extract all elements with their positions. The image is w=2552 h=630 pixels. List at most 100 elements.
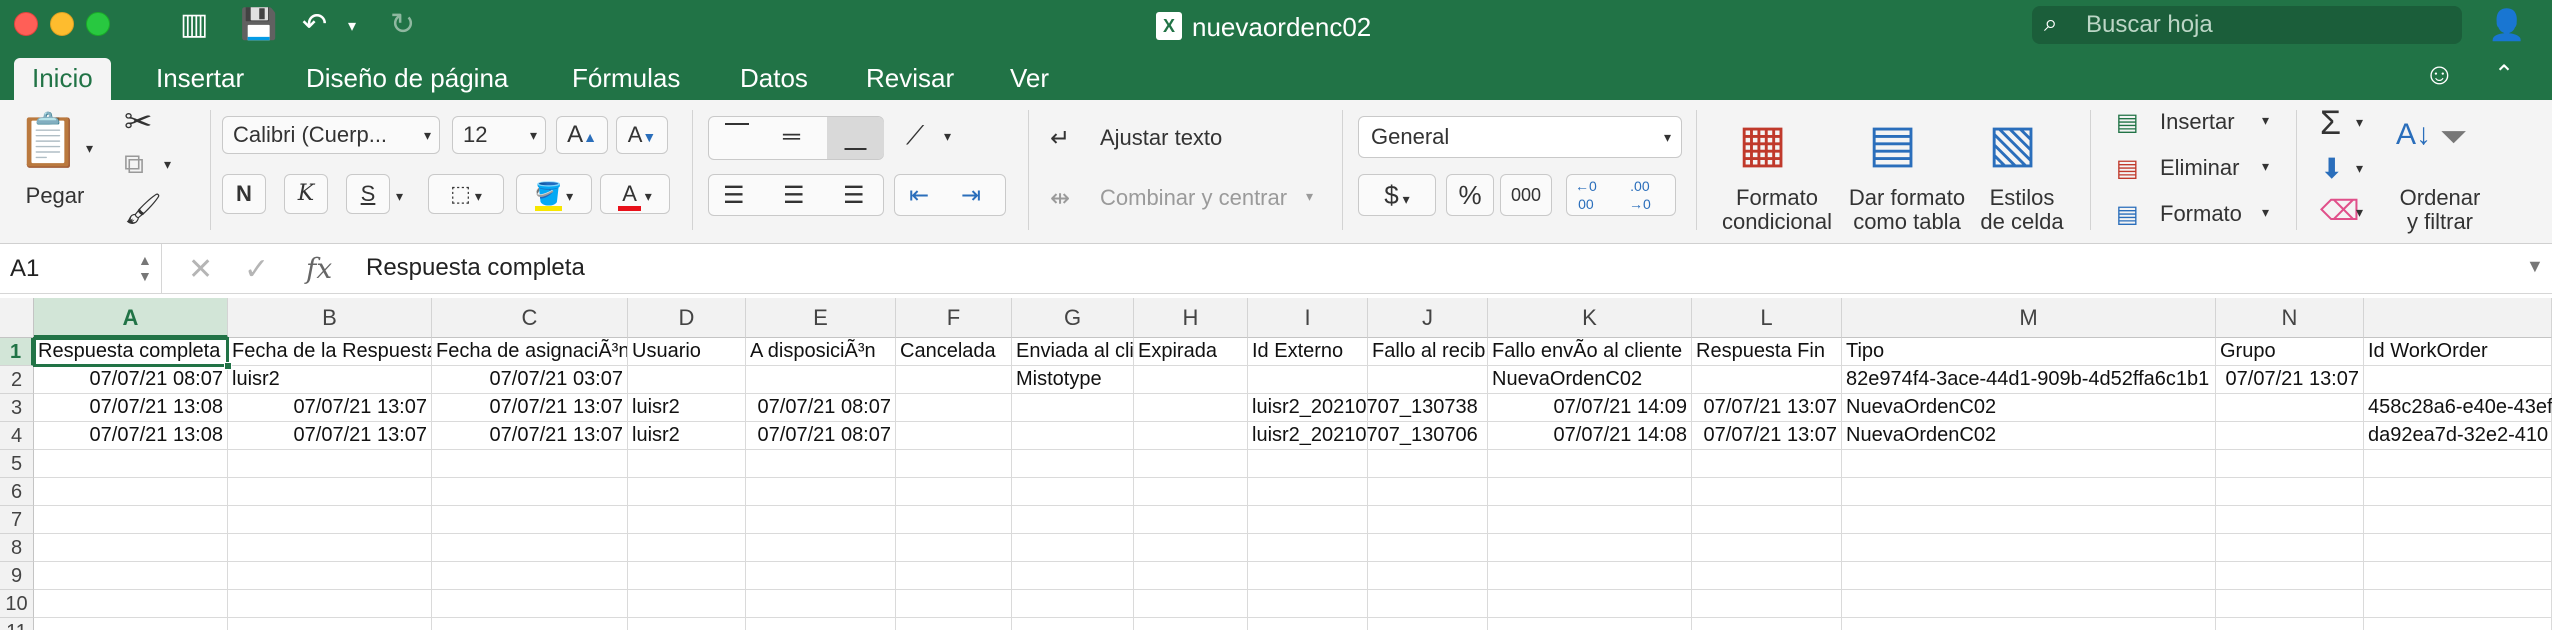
cell[interactable] [34,618,228,630]
cell[interactable]: 07/07/21 13:08 [34,422,228,450]
cell[interactable]: luisr2_20210707_130706 [1248,422,1478,450]
cell[interactable]: 07/07/21 13:07 [432,394,628,422]
cell[interactable] [746,534,896,562]
conditional-format-button[interactable]: Formato condicional [1712,186,1842,234]
column-header[interactable]: D [628,298,746,338]
window-maximize-button[interactable] [86,12,110,36]
cell[interactable] [1692,534,1842,562]
italic-button[interactable]: K [284,174,328,214]
copy-dropdown-icon[interactable]: ▾ [164,156,171,173]
clear-eraser-icon[interactable]: ⌫ [2320,194,2360,227]
tab-ver[interactable]: Ver [992,58,1067,100]
cell[interactable] [2364,534,2552,562]
cell[interactable] [34,506,228,534]
font-size-select[interactable]: 12 ▾ [452,116,546,154]
cell[interactable] [2364,478,2552,506]
tab-insertar[interactable]: Insertar [138,58,262,100]
spreadsheet-grid[interactable]: A B C D E F G H I J K L M N 1 Respuesta completa Fecha d… [0,294,2552,630]
column-header[interactable]: M [1842,298,2216,338]
paste-label[interactable]: Pegar [20,184,90,208]
feedback-smiley-icon[interactable]: ☺ [2424,58,2455,92]
cell[interactable] [2216,478,2364,506]
cell[interactable]: 07/07/21 13:08 [34,394,228,422]
cell[interactable] [1134,478,1248,506]
cell[interactable] [228,562,432,590]
cell[interactable] [1012,562,1134,590]
cell[interactable] [228,534,432,562]
cell[interactable]: Respuesta completa [34,338,228,366]
column-header[interactable]: A [34,298,228,338]
cell[interactable] [1012,478,1134,506]
insert-cells-icon[interactable]: ▤ [2116,108,2139,137]
cell[interactable] [1488,450,1692,478]
filter-funnel-icon[interactable]: ⏷ [2440,118,2467,157]
percent-button[interactable]: % [1446,174,1494,216]
cell[interactable]: Usuario [628,338,746,366]
cell[interactable] [432,618,628,630]
cell[interactable] [1248,450,1368,478]
cell[interactable] [432,562,628,590]
cell[interactable] [896,394,1012,422]
cell[interactable] [628,534,746,562]
cell[interactable] [228,506,432,534]
cell[interactable] [896,366,1012,394]
font-name-select[interactable]: Calibri (Cuerp... ▾ [222,116,440,154]
cell[interactable] [1368,478,1488,506]
format-as-table-button[interactable]: Dar formato como tabla [1842,186,1972,234]
cell[interactable]: Grupo [2216,338,2364,366]
decrease-decimal-icon[interactable]: .00 →0 [1629,177,1651,213]
cell[interactable] [1692,478,1842,506]
cell[interactable] [628,478,746,506]
cell[interactable]: NuevaOrdenC02 [1842,394,2216,422]
wrap-text-icon[interactable]: ↵ [1050,124,1070,153]
fill-color-button[interactable]: 🪣 ▾ [516,174,592,214]
cell[interactable] [1488,590,1692,618]
cell[interactable] [1012,618,1134,630]
cell[interactable] [1842,478,2216,506]
cell[interactable] [1134,366,1248,394]
cell[interactable] [228,478,432,506]
cell[interactable] [1488,534,1692,562]
cell[interactable] [746,506,896,534]
paste-icon[interactable]: 📋 [16,110,81,171]
paste-dropdown-icon[interactable]: ▾ [86,140,93,157]
cell[interactable] [896,450,1012,478]
cell[interactable] [1368,422,1488,450]
row-header[interactable]: 7 [0,506,34,534]
cell[interactable] [1248,618,1368,630]
sidebar-toggle-icon[interactable]: ▥ [180,8,208,42]
thousands-separator-button[interactable]: 000 [1500,174,1552,216]
cell[interactable] [432,450,628,478]
clear-dropdown-icon[interactable]: ▾ [2356,204,2363,221]
cell[interactable]: luisr2 [628,394,746,422]
fill-dropdown-icon[interactable]: ▾ [2356,160,2363,177]
search-input[interactable] [2086,10,2446,40]
window-minimize-button[interactable] [50,12,74,36]
cell[interactable]: 07/07/21 13:07 [2216,366,2364,394]
search-sheet-box[interactable]: ⌕ [2032,6,2462,44]
wrap-text-button[interactable]: Ajustar texto [1100,126,1222,150]
format-cells-icon[interactable]: ▤ [2116,200,2139,229]
cell[interactable] [2216,590,2364,618]
cell[interactable] [1012,450,1134,478]
cell[interactable] [1368,562,1488,590]
cell-styles-button[interactable]: Estilos de celda [1972,186,2072,234]
cell[interactable] [2216,394,2364,422]
cell[interactable] [228,618,432,630]
column-header[interactable]: J [1368,298,1488,338]
cell[interactable] [1692,618,1842,630]
cell[interactable] [746,618,896,630]
undo-icon[interactable]: ↶ [302,8,327,42]
cell[interactable] [1134,590,1248,618]
cell[interactable] [1012,422,1134,450]
cell[interactable] [228,450,432,478]
increase-font-size-button[interactable]: A▲ [556,116,608,154]
cell[interactable]: luisr2 [628,422,746,450]
cell[interactable] [896,590,1012,618]
currency-button[interactable]: $ ▾ [1358,174,1436,216]
cell[interactable] [1134,618,1248,630]
delete-cells-button[interactable]: Eliminar [2160,156,2239,180]
add-user-icon[interactable]: 👤 [2488,8,2525,43]
cell[interactable]: 07/07/21 08:07 [746,422,896,450]
cell[interactable]: NuevaOrdenC02 [1488,366,1692,394]
